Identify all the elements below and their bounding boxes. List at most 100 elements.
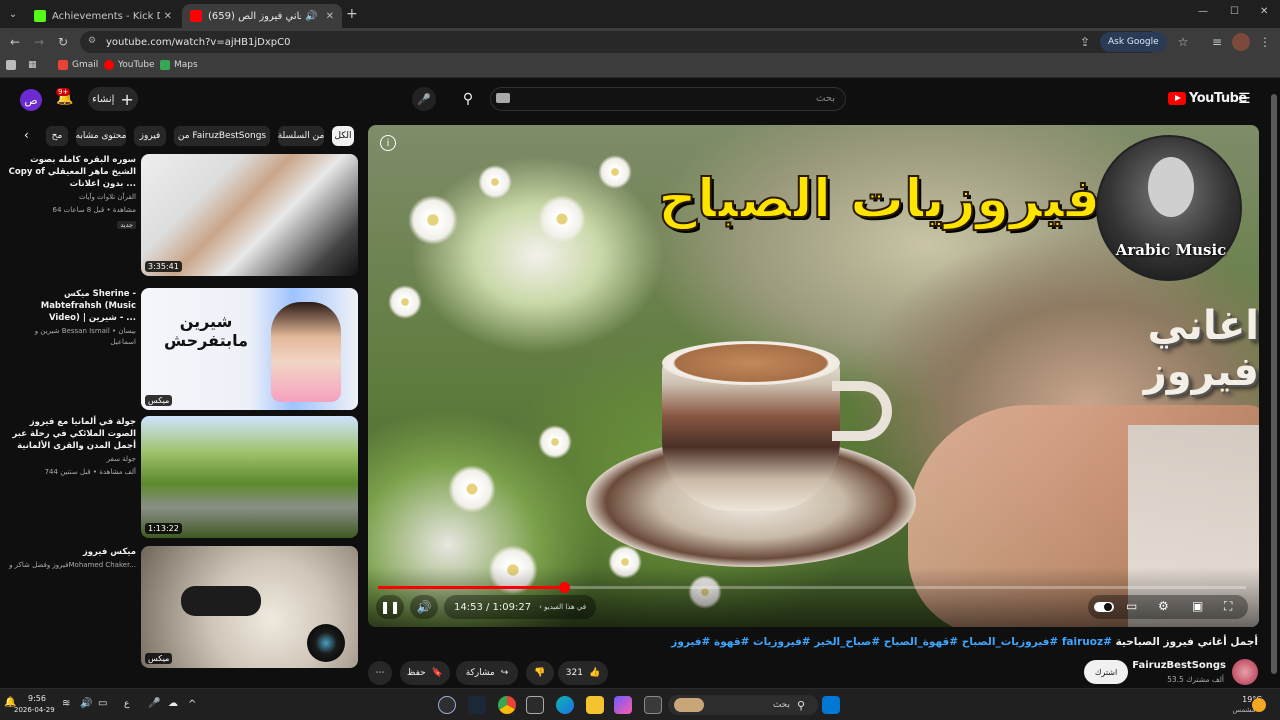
maximize-icon[interactable]: ☐ xyxy=(1230,6,1239,17)
close-tab-icon[interactable]: ✕ xyxy=(326,11,334,22)
rec-thumbnail[interactable]: ميكس xyxy=(141,546,358,668)
site-info-icon[interactable]: ⚙ xyxy=(88,36,100,48)
tab-kick-dashboard[interactable]: Achievements - Kick Dashboard ✕ xyxy=(26,4,180,28)
search-icon[interactable]: ⚲ xyxy=(456,87,480,111)
rec-thumbnail[interactable]: 1:13:22 xyxy=(141,416,358,538)
rec-thumbnail[interactable]: 3:35:41 xyxy=(141,154,358,276)
guide-menu-icon[interactable]: ☰ xyxy=(1238,91,1251,107)
more-menu-icon[interactable]: ⋮ xyxy=(1256,33,1274,51)
rec-title[interactable]: سوره البقره كامله بصوت Copy of الشيخ ماه… xyxy=(8,154,136,190)
keyboard-icon[interactable] xyxy=(496,93,510,103)
scrollbar-thumb[interactable] xyxy=(1271,94,1277,674)
chip-related[interactable]: محتوى مشابه xyxy=(76,126,126,146)
volume-icon[interactable]: 🔊 xyxy=(410,595,438,619)
ask-google-button[interactable]: Ask Google xyxy=(1100,32,1167,52)
pause-button[interactable]: ❚❚ xyxy=(376,595,404,619)
close-window-icon[interactable]: ✕ xyxy=(1260,6,1268,17)
new-tab-button[interactable]: + xyxy=(346,6,358,22)
theater-mode-icon[interactable]: ▣ xyxy=(1192,599,1203,613)
rec-thumbnail[interactable]: شيرين مابتفرحش ميكس xyxy=(141,288,358,410)
input-language[interactable]: ع xyxy=(124,699,129,709)
chrome-icon[interactable] xyxy=(498,696,516,714)
settings-gear-icon[interactable]: ⚙ xyxy=(1158,599,1169,613)
sidebar-toggle-icon[interactable] xyxy=(6,60,20,70)
bookmark-gmail[interactable]: Gmail xyxy=(58,60,98,70)
apps-grid-icon[interactable]: ▦ xyxy=(28,60,37,70)
address-bar[interactable]: ⚙ youtube.com/watch?v=ajHB1jDxpC0 xyxy=(80,31,1160,53)
fullscreen-icon[interactable]: ⛶ xyxy=(1224,599,1232,614)
video-hashtags[interactable]: #fairuoz #فيروزيات_الصباح #قهوة_الصباح #… xyxy=(671,636,1112,648)
chip-all[interactable]: الكل xyxy=(332,126,354,146)
rec-title[interactable]: ميكس فيروز xyxy=(8,546,136,558)
tray-overflow-icon[interactable]: ^ xyxy=(188,699,196,710)
profile-avatar[interactable] xyxy=(1232,33,1250,51)
clock-date[interactable]: 2026-04-29 xyxy=(14,706,55,714)
youtube-logo[interactable]: YouTube xyxy=(1168,91,1247,106)
store-icon[interactable] xyxy=(526,696,544,714)
save-button[interactable]: حفظ 🔖 xyxy=(400,661,450,685)
close-tab-icon[interactable]: ✕ xyxy=(164,11,172,22)
subtitles-icon[interactable]: ▭ xyxy=(1126,599,1137,613)
subscribe-button[interactable]: اشترك xyxy=(1084,660,1128,684)
share-button[interactable]: مشاركة ↪ xyxy=(456,661,518,685)
back-icon[interactable]: ← xyxy=(6,33,24,51)
scrubber-handle[interactable] xyxy=(558,582,570,593)
notifications-icon[interactable]: 🔔 xyxy=(4,697,16,708)
info-icon[interactable]: i xyxy=(380,135,396,151)
onedrive-icon[interactable]: ☁ xyxy=(168,698,178,709)
account-avatar[interactable]: ص xyxy=(20,89,42,111)
rec-channel[interactable]: شيرين و Bessan Ismail • بيسان اسماعيل xyxy=(8,326,136,348)
voice-search-mic-icon[interactable]: 🎤 xyxy=(412,87,436,111)
recommendation-item[interactable]: سوره البقره كامله بصوت Copy of الشيخ ماه… xyxy=(8,154,360,278)
app-icon[interactable] xyxy=(438,696,456,714)
chip-more[interactable]: مح xyxy=(46,126,68,146)
minimize-icon[interactable]: — xyxy=(1198,6,1208,17)
steam-icon[interactable] xyxy=(468,696,486,714)
create-button[interactable]: إنشاء + xyxy=(88,87,138,111)
rec-channel[interactable]: القرآن تلاوات وآيات xyxy=(8,192,136,203)
mic-tray-icon[interactable]: 🎤 xyxy=(148,698,160,709)
rec-channel[interactable]: جولة سفر xyxy=(8,454,136,465)
channel-name[interactable]: FairuzBestSongs xyxy=(1130,660,1226,671)
rec-channel[interactable]: فيروز وفضل شاكر وMohamed Chaker... xyxy=(8,560,136,571)
wifi-icon[interactable]: ≋ xyxy=(62,698,70,709)
chip-from-channel[interactable]: من FairuzBestSongs xyxy=(174,126,270,146)
recommendation-item[interactable]: ميكس فيروز فيروز وفضل شاكر وMohamed Chak… xyxy=(8,546,360,670)
bookmark-youtube[interactable]: YouTube xyxy=(104,60,155,70)
start-windows-icon[interactable] xyxy=(822,696,840,714)
tab-youtube[interactable]: (659) أجمل أغاني فيروز الص 🔊 ✕ xyxy=(182,4,342,28)
search-input[interactable]: بحث xyxy=(490,87,846,111)
recommendation-item[interactable]: جولة في ألمانيا مع فيروز الصوت الملائكي … xyxy=(8,416,360,540)
like-button[interactable]: 321 👍 xyxy=(558,661,608,685)
bookmark-maps[interactable]: Maps xyxy=(160,60,198,70)
more-actions-icon[interactable]: ⋯ xyxy=(368,661,392,685)
chip-fairuz[interactable]: فيروز xyxy=(134,126,166,146)
battery-icon[interactable]: ▭ xyxy=(98,698,107,709)
edge-icon[interactable] xyxy=(556,696,574,714)
task-view-icon[interactable] xyxy=(644,696,662,714)
copilot-icon[interactable] xyxy=(614,696,632,714)
rec-title[interactable]: ميكس Sherine - Mabtefrahsh (Music Video)… xyxy=(8,288,136,324)
reading-list-icon[interactable]: ≡ xyxy=(1208,33,1226,51)
file-explorer-icon[interactable] xyxy=(586,696,604,714)
chapter-button[interactable]: ‹ في هذا الفيديو xyxy=(539,603,586,611)
recommendation-item[interactable]: ميكس Sherine - Mabtefrahsh (Music Video)… xyxy=(8,288,360,412)
bookmark-star-icon[interactable]: ☆ xyxy=(1174,33,1192,51)
tab-search-icon[interactable]: ⌄ xyxy=(4,5,22,23)
install-app-icon[interactable]: ⇪ xyxy=(1076,33,1094,51)
chip-scroll-left-icon[interactable]: ‹ xyxy=(24,128,29,142)
progress-bar[interactable] xyxy=(378,582,1246,593)
forward-icon[interactable]: → xyxy=(30,33,48,51)
video-player[interactable]: فيروزيات الصباح اغاني فيروز Arabic Music… xyxy=(368,125,1259,627)
chip-from-series[interactable]: من السلسلة xyxy=(278,126,324,146)
speaker-icon[interactable]: 🔊 xyxy=(305,11,317,22)
volume-tray-icon[interactable]: 🔊 xyxy=(80,698,92,709)
weather-sun-icon[interactable] xyxy=(1252,698,1266,712)
reload-icon[interactable]: ↻ xyxy=(54,33,72,51)
page-scrollbar[interactable] xyxy=(1270,82,1278,688)
autoplay-toggle[interactable] xyxy=(1094,602,1114,612)
channel-avatar[interactable] xyxy=(1232,659,1258,685)
rec-title[interactable]: جولة في ألمانيا مع فيروز الصوت الملائكي … xyxy=(8,416,136,452)
dislike-button[interactable]: 👎 xyxy=(526,661,554,685)
clock-time[interactable]: 9:56 xyxy=(28,694,46,703)
